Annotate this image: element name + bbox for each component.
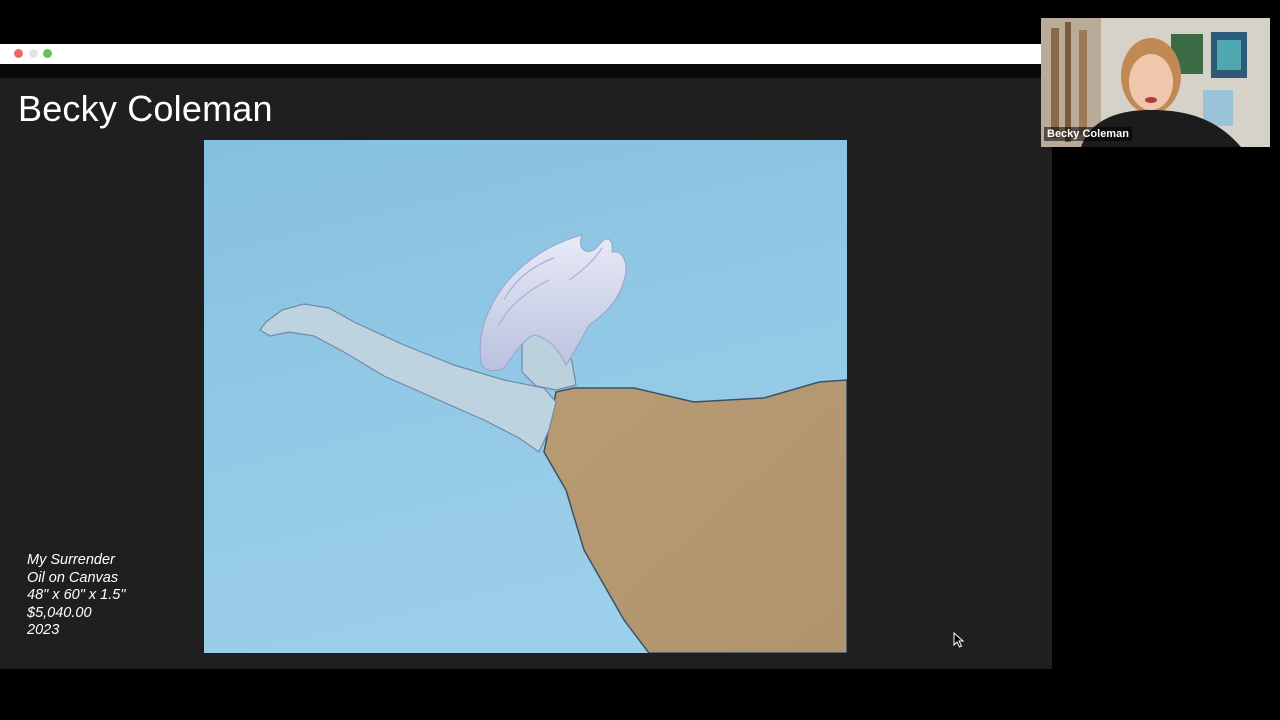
participant-video-tile[interactable]: Becky Coleman: [1041, 18, 1270, 147]
artwork-year: 2023: [27, 622, 60, 638]
browser-toolbar: [0, 44, 1042, 64]
screen: Becky Coleman My Surrender Oil on Canvas…: [0, 0, 1280, 720]
painting-image: [204, 140, 847, 653]
maximize-window-button[interactable]: [43, 49, 52, 58]
slide-title: Becky Coleman: [18, 88, 273, 129]
artwork-caption: My Surrender Oil on Canvas 48" x 60" x 1…: [27, 552, 125, 640]
participant-name-label: Becky Coleman: [1044, 127, 1132, 141]
artwork-title: My Surrender: [27, 552, 115, 568]
minimize-window-button[interactable]: [29, 49, 38, 58]
mouse-pointer-icon: [953, 631, 965, 653]
presentation-slide: Becky Coleman My Surrender Oil on Canvas…: [0, 78, 1052, 669]
artwork-dimensions: 48" x 60" x 1.5": [27, 587, 126, 603]
artwork-price: $5,040.00: [27, 604, 92, 621]
toolbar-divider: [0, 64, 1042, 78]
close-window-button[interactable]: [14, 49, 23, 58]
artwork-medium: Oil on Canvas: [27, 569, 119, 586]
